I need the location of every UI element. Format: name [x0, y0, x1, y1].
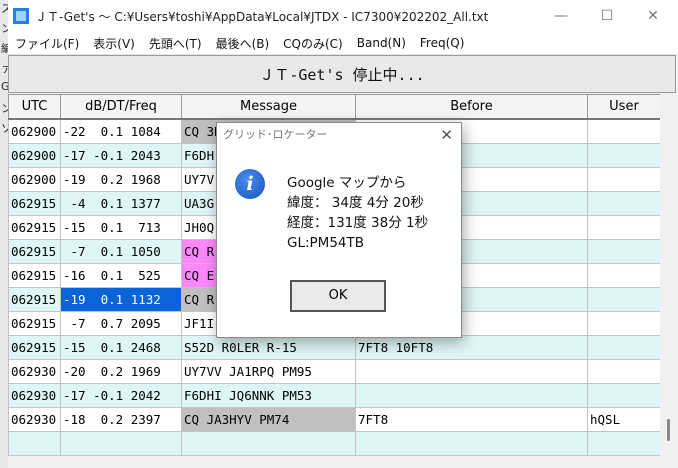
desktop-glyph: 編 [1, 42, 8, 55]
cell-utc[interactable]: 062900 [8, 143, 61, 168]
table-row[interactable]: 062915 -15 0.1 2468 S52D R0LER R-15 7FT8 10… [8, 335, 661, 360]
cell-db-dt-freq[interactable]: -15 0.1 713 [60, 215, 182, 240]
table-row[interactable]: 062930 -20 0.2 1969 UY7VV JA1RPQ PM95 [8, 359, 661, 384]
menu-band[interactable]: Band(N) [350, 36, 413, 50]
cell-before[interactable] [355, 383, 588, 408]
cell-db-dt-freq[interactable]: -22 0.1 1084 [60, 118, 182, 144]
cell-user[interactable] [587, 118, 661, 144]
menu-bottom[interactable]: 最後へ(B) [209, 35, 277, 52]
desktop-glyph: ソ [1, 122, 8, 135]
cell-before[interactable] [355, 359, 588, 384]
dialog-close-icon[interactable]: ✕ [440, 123, 453, 147]
cell-utc[interactable]: 062930 [8, 383, 61, 408]
cell-message[interactable]: F6DHI JQ6NNK PM53 [181, 383, 356, 408]
menu-top[interactable]: 先頭へ(T) [142, 35, 209, 52]
col-utc[interactable]: UTC [8, 94, 61, 120]
dialog-message: Google マップから 緯度： 34度 4分 20秒 経度：131度 38分 … [287, 173, 428, 253]
title-bar[interactable]: ＪＴ-Get's 〜 C:¥Users¥toshi¥AppData¥Local¥… [8, 0, 678, 32]
cell-db-dt-freq[interactable]: -17 -0.1 2043 [60, 143, 182, 168]
desktop-glyph: G [1, 80, 8, 93]
cell-message[interactable]: CQ JA3HYV PM74 [181, 407, 356, 432]
desktop-glyph: ァ [1, 62, 8, 75]
dialog-line-source: Google マップから [287, 175, 407, 191]
cell-before[interactable]: 7FT8 [355, 407, 588, 432]
minimize-button[interactable]: — [538, 0, 584, 32]
dialog-title-bar[interactable]: グリッド･ロケーター ✕ [217, 123, 461, 147]
col-db-dt-freq[interactable]: dB/DT/Freq [60, 94, 182, 120]
cell-utc[interactable]: 062900 [8, 118, 61, 144]
menu-cq-only[interactable]: CQのみ(C) [276, 35, 350, 52]
cell-user[interactable] [587, 311, 661, 336]
cell-message[interactable]: UY7VV JA1RPQ PM95 [181, 359, 356, 384]
cell-user[interactable] [587, 239, 661, 264]
cell-message[interactable] [181, 431, 356, 456]
cell-db-dt-freq[interactable] [60, 431, 182, 456]
cell-db-dt-freq[interactable]: -16 0.1 525 [60, 263, 182, 288]
desktop-glyph: ン [1, 22, 8, 35]
cell-utc[interactable]: 062915 [8, 191, 61, 216]
vertical-scrollbar[interactable] [660, 94, 676, 468]
cell-user[interactable] [587, 383, 661, 408]
cell-user[interactable] [587, 167, 661, 192]
cell-message[interactable]: S52D R0LER R-15 [181, 335, 356, 360]
desktop-glyph: ン [1, 102, 8, 115]
grid-locator-dialog: グリッド･ロケーター ✕ i Google マップから 緯度： 34度 4分 2… [216, 122, 462, 338]
dialog-line-latitude: 緯度： 34度 4分 20秒 [287, 195, 424, 211]
cell-utc[interactable]: 062915 [8, 335, 61, 360]
cell-before[interactable] [355, 431, 588, 456]
cell-user[interactable] [587, 431, 661, 456]
table-row[interactable]: 062930 -18 0.2 2397 CQ JA3HYV PM74 7FT8 hQSL [8, 407, 661, 432]
cell-db-dt-freq[interactable]: -7 0.7 2095 [60, 311, 182, 336]
cell-user[interactable] [587, 263, 661, 288]
cell-utc[interactable]: 062930 [8, 407, 61, 432]
cell-utc[interactable]: 062915 [8, 311, 61, 336]
info-icon: i [235, 169, 265, 199]
window-title: ＪＴ-Get's 〜 C:¥Users¥toshi¥AppData¥Local¥… [35, 9, 489, 24]
close-button[interactable]: ✕ [630, 0, 676, 32]
dialog-line-longitude: 経度：131度 38分 1秒 [287, 215, 429, 231]
cell-user[interactable] [587, 359, 661, 384]
cell-db-dt-freq[interactable]: -17 -0.1 2042 [60, 383, 182, 408]
cell-db-dt-freq[interactable]: -18 0.2 2397 [60, 407, 182, 432]
cell-user[interactable] [587, 335, 661, 360]
cell-utc[interactable] [8, 431, 61, 456]
col-message[interactable]: Message [181, 94, 356, 120]
cell-user[interactable]: hQSL [587, 407, 661, 432]
menu-view[interactable]: 表示(V) [86, 35, 142, 52]
cell-db-dt-freq[interactable]: -20 0.2 1969 [60, 359, 182, 384]
dialog-line-grid-locator: GL:PM54TB [287, 235, 365, 251]
cell-db-dt-freq[interactable]: -15 0.1 2468 [60, 335, 182, 360]
table-row[interactable]: 062930 -17 -0.1 2042 F6DHI JQ6NNK PM53 [8, 383, 661, 408]
cell-db-dt-freq[interactable]: -19 0.2 1968 [60, 167, 182, 192]
desktop-glyph: ス [1, 2, 8, 15]
grid-header: UTC dB/DT/Freq Message Before User [8, 94, 661, 120]
cell-utc[interactable]: 062915 [8, 263, 61, 288]
maximize-button[interactable]: ☐ [584, 0, 630, 32]
cell-user[interactable] [587, 215, 661, 240]
cell-db-dt-freq[interactable]: -7 0.1 1050 [60, 239, 182, 264]
cell-utc[interactable]: 062900 [8, 167, 61, 192]
scroll-thumb[interactable] [667, 419, 670, 441]
cell-utc[interactable]: 062915 [8, 215, 61, 240]
cell-user[interactable] [587, 143, 661, 168]
menu-bar: ファイル(F) 表示(V) 先頭へ(T) 最後へ(B) CQのみ(C) Band… [8, 32, 678, 55]
menu-freq[interactable]: Freq(Q) [413, 36, 472, 50]
cell-utc[interactable]: 062915 [8, 287, 61, 312]
col-user[interactable]: User [587, 94, 661, 120]
dialog-title: グリッド･ロケーター [223, 128, 328, 141]
app-icon [13, 8, 29, 24]
table-row[interactable] [8, 431, 661, 456]
ok-button[interactable]: OK [290, 280, 386, 312]
cell-db-dt-freq[interactable]: -19 0.1 1132 [60, 287, 182, 312]
cell-user[interactable] [587, 287, 661, 312]
cell-user[interactable] [587, 191, 661, 216]
cell-utc[interactable]: 062930 [8, 359, 61, 384]
status-button[interactable]: ＪＴ-Get's 停止中... [8, 55, 676, 93]
cell-utc[interactable]: 062915 [8, 239, 61, 264]
col-before[interactable]: Before [355, 94, 588, 120]
menu-file[interactable]: ファイル(F) [8, 35, 86, 52]
cell-before[interactable]: 7FT8 10FT8 [355, 335, 588, 360]
cell-db-dt-freq[interactable]: -4 0.1 1377 [60, 191, 182, 216]
